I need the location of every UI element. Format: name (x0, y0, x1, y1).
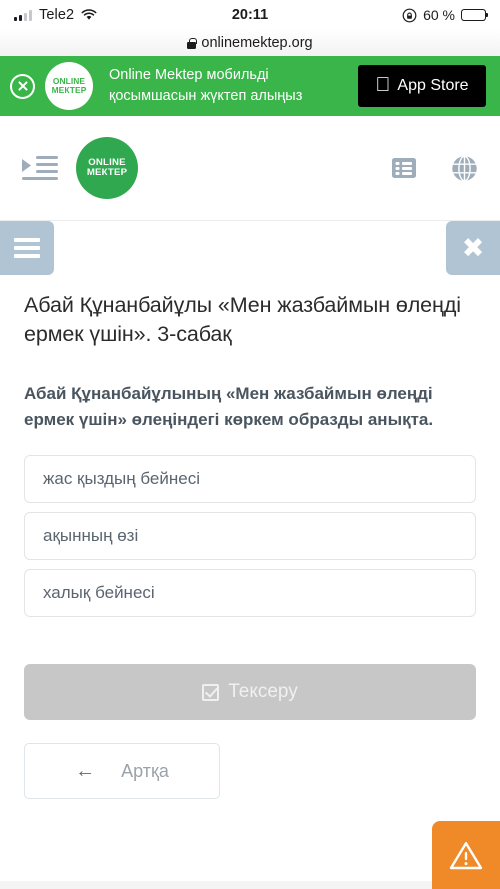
page-bottom-edge (0, 881, 500, 889)
answer-option-label: ақынның өзі (43, 526, 139, 546)
answer-option-label: халық бейнесі (43, 583, 155, 603)
wifi-icon (81, 9, 97, 20)
site-header: ONLINE МЕКТЕP (0, 116, 500, 221)
status-bar: Tele2 20:11 60 % (0, 0, 500, 30)
banner-logo: ONLINE МЕКТЕP (45, 62, 93, 110)
close-button[interactable]: ✖ (446, 221, 500, 275)
checkbox-checked-icon (202, 683, 220, 701)
header-actions (391, 155, 478, 182)
site-logo-line2: МЕКТЕP (86, 167, 128, 178)
carrier-label: Tele2 (39, 7, 75, 23)
hamburger-menu-button[interactable] (0, 221, 54, 275)
back-button[interactable]: ← Артқа (24, 743, 220, 800)
warning-triangle-icon (449, 841, 483, 869)
app-store-button[interactable]:  App Store (358, 65, 486, 107)
list-icon[interactable] (391, 155, 417, 181)
check-answer-button[interactable]: Тексеру (24, 664, 476, 721)
battery-icon (461, 9, 489, 21)
arrow-left-icon: ← (75, 760, 96, 783)
lesson-title: Абай Құнанбайұлы «Мен жазбаймын өлеңді е… (24, 293, 461, 346)
browser-url-bar[interactable]: onlinemektep.org (0, 30, 500, 56)
globe-icon[interactable] (451, 155, 478, 182)
indent-menu-icon[interactable] (22, 155, 58, 181)
answer-option[interactable]: жас қыздың бейнесі (24, 455, 476, 504)
apple-logo-icon:  (375, 75, 390, 95)
answer-option-label: жас қыздың бейнесі (43, 469, 200, 489)
status-bar-left: Tele2 (14, 7, 97, 23)
answer-option[interactable]: халық бейнесі (24, 569, 476, 618)
url-label: onlinemektep.org (201, 35, 313, 51)
lesson-content: Абай Құнанбайұлы «Мен жазбаймын өлеңді е… (0, 277, 500, 800)
check-answer-label: Тексеру (228, 681, 298, 703)
close-icon: ✖ (461, 232, 485, 263)
app-store-label: App Store (389, 77, 468, 94)
signal-strength-icon (14, 9, 32, 21)
page-root: Tele2 20:11 60 % onlinemektep.org ONLINE… (0, 0, 500, 889)
rotation-lock-icon (402, 8, 417, 22)
close-circle-icon[interactable] (10, 73, 35, 99)
site-logo[interactable]: ONLINE МЕКТЕP (76, 137, 138, 199)
answer-options: жас қыздың бейнесі ақынның өзі халық бей… (24, 455, 476, 618)
banner-logo-line2: МЕКТЕP (51, 85, 87, 95)
banner-text: Online Mektep мобильді қосымшасын жүктеп… (103, 65, 348, 106)
app-download-banner: ONLINE МЕКТЕP Online Mektep мобильді қос… (0, 56, 500, 116)
back-button-label: Артқа (121, 760, 169, 781)
report-problem-button[interactable] (432, 821, 500, 889)
banner-text-line1: Online Mektep мобильді (109, 67, 269, 84)
status-bar-right: 60 % (402, 7, 489, 23)
battery-percent-label: 60 % (423, 7, 455, 23)
banner-text-line2: қосымшасын жүктеп алыңыз (109, 88, 303, 104)
hamburger-menu-icon (14, 234, 40, 262)
lock-icon (187, 37, 197, 49)
question-text: Абай Құнанбайұлының «Мен жазбаймын өлеңд… (24, 383, 434, 429)
lesson-toolbar: ✖ (0, 221, 500, 277)
answer-option[interactable]: ақынның өзі (24, 512, 476, 561)
